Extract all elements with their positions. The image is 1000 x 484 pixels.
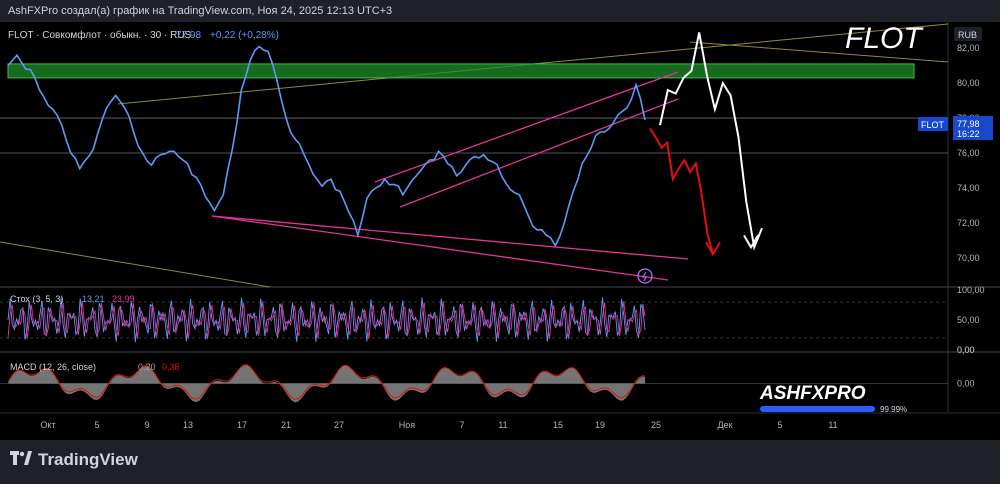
- stochastic-layer: [0, 297, 948, 343]
- currency-label: RUB: [958, 30, 977, 40]
- time-tick-label: 5: [777, 420, 782, 430]
- symbol-last-price: 77,98: [176, 30, 201, 41]
- stoch-tick-label: 100,00: [957, 285, 985, 295]
- time-tick-label: 11: [828, 420, 837, 430]
- time-tick-label: 7: [459, 420, 464, 430]
- price-tag-symbol: FLOT: [921, 120, 945, 130]
- time-tick-label: 19: [595, 420, 605, 430]
- macd-value: 0,20: [138, 362, 156, 372]
- macd-signal-value: 0,38: [162, 362, 180, 372]
- time-tick-label: 13: [183, 420, 193, 430]
- price-tick-label: 70,00: [957, 253, 980, 263]
- chart-area[interactable]: 82,0080,0078,0076,0074,0072,0070,00Окт59…: [0, 22, 1000, 440]
- macd-tick-label: 0,00: [957, 345, 975, 355]
- share-caption: AshFXPro создал(а) график на TradingView…: [0, 0, 1000, 22]
- time-tick-label: 17: [237, 420, 247, 430]
- footer-bar: TradingView: [0, 440, 1000, 484]
- chart-screenshot: AshFXPro создал(а) график на TradingView…: [0, 0, 1000, 484]
- time-tick-label: 15: [553, 420, 563, 430]
- stoch-label: Стох (3, 5, 3): [10, 294, 63, 304]
- brand-name: ASHFXPRO: [759, 383, 866, 404]
- stoch-k-value: 13,21: [82, 294, 105, 304]
- symbol-title: FLOT · Совкомфлот · обыкн. · 30 · RUS: [8, 29, 192, 41]
- big-title: FLOT: [845, 22, 924, 55]
- time-tick-label: 21: [281, 420, 291, 430]
- macd-label: MACD (12, 26, close): [10, 362, 96, 372]
- lower-trendline-olive: [0, 241, 271, 288]
- stoch-d-value: 23,99: [112, 294, 135, 304]
- stoch-tick-label: 50,00: [957, 315, 980, 325]
- channel-upper-line: [374, 71, 679, 183]
- time-tick-label: 25: [651, 420, 661, 430]
- macd-tick-label: 0,00: [957, 379, 975, 389]
- support-zone-rect: [7, 63, 915, 79]
- price-tick-label: 74,00: [957, 183, 980, 193]
- macd-histogram: [8, 364, 645, 403]
- time-tick-label: Ноя: [399, 420, 416, 430]
- price-tick-label: 76,00: [957, 148, 980, 158]
- tradingview-icon: [10, 450, 32, 470]
- brand-progress-fill: [760, 406, 875, 412]
- time-tick-label: Дек: [717, 420, 732, 430]
- time-tick-label: Окт: [40, 420, 55, 430]
- time-tick-label: 5: [94, 420, 99, 430]
- price-tick-label: 82,00: [957, 43, 980, 53]
- time-tick-label: 27: [334, 420, 344, 430]
- channel-lines-layer: [211, 71, 689, 281]
- time-tick-label: 11: [498, 420, 507, 430]
- tick-labels-layer: 82,0080,0078,0076,0074,0072,0070,00Окт59…: [40, 43, 984, 430]
- wedge-upper-line: [211, 215, 689, 260]
- price-tag-time: 16:22: [957, 129, 980, 139]
- bearish-projection-path: [649, 127, 714, 255]
- price-tick-label: 72,00: [957, 218, 980, 228]
- bearish-arrow-head: [705, 241, 721, 257]
- price-tick-label: 80,00: [957, 78, 980, 88]
- support-zone-layer: [7, 63, 915, 79]
- symbol-change: +0,22 (+0,28%): [210, 30, 279, 41]
- tradingview-wordmark: TradingView: [38, 450, 138, 469]
- horizontal-levels-layer: [0, 117, 948, 154]
- brand-progress-text: 99.99%: [880, 405, 907, 414]
- tradingview-logo[interactable]: TradingView: [10, 450, 138, 470]
- time-tick-label: 9: [144, 420, 149, 430]
- wedge-lower-line: [211, 215, 669, 281]
- price-tag-price: 77,98: [957, 119, 980, 129]
